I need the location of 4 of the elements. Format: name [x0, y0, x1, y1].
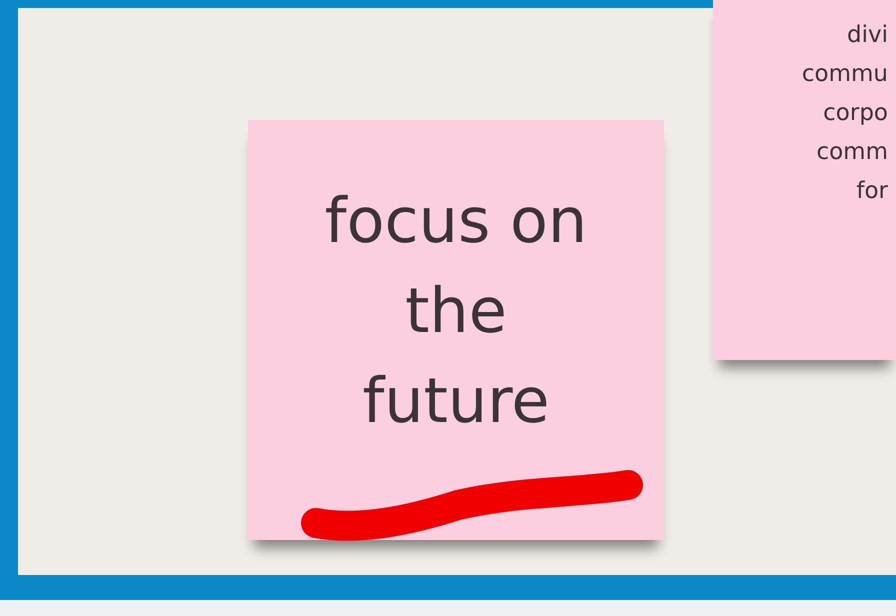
note-text: focus on the future	[324, 183, 588, 439]
sticky-note[interactable]: focus on the future	[248, 120, 664, 540]
sticky-note[interactable]: divi commu corpo comm for	[713, 0, 896, 360]
note-text: divi commu corpo comm for	[802, 21, 888, 206]
